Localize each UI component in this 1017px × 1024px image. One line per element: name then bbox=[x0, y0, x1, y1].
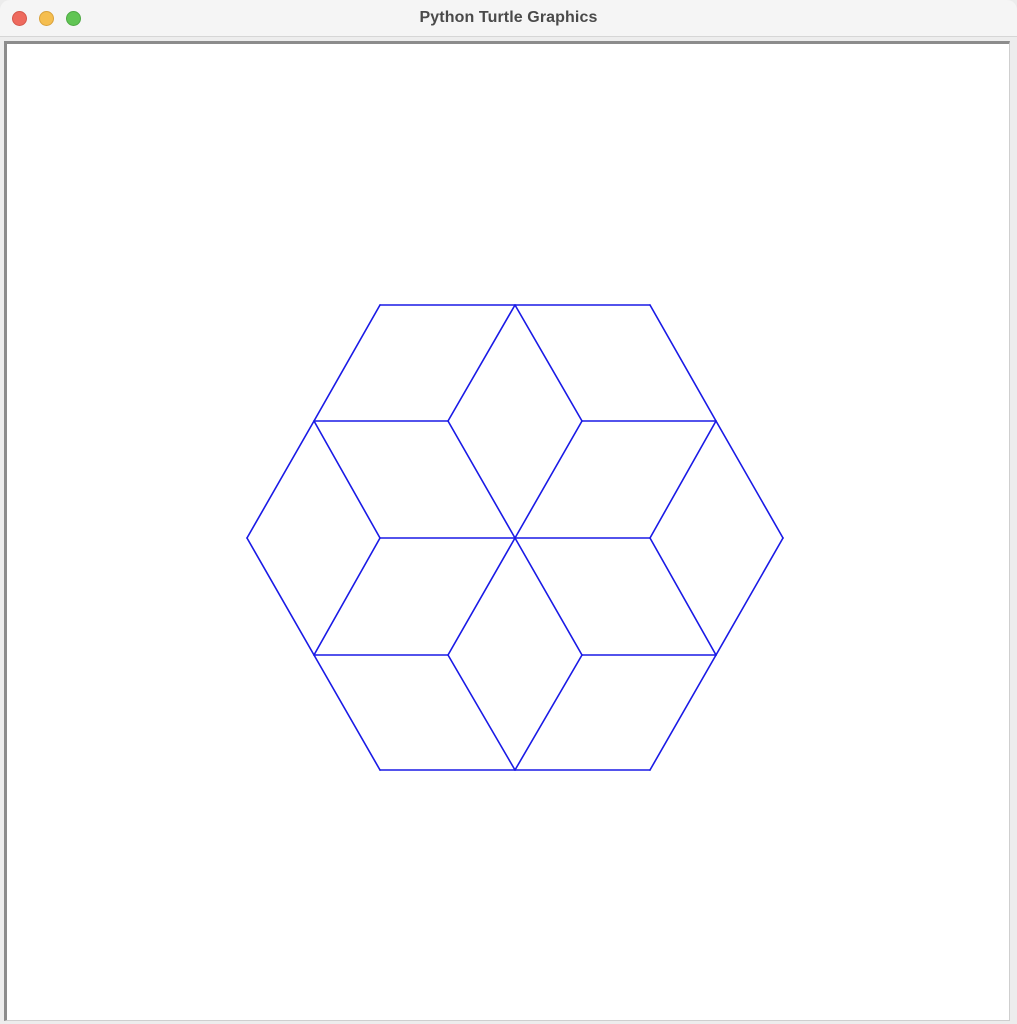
window-title: Python Turtle Graphics bbox=[419, 9, 598, 26]
turtle-canvas[interactable] bbox=[9, 46, 1008, 1018]
turtle-line-segment bbox=[246, 537, 315, 656]
title-bar[interactable]: Python Turtle Graphics bbox=[0, 0, 1017, 37]
turtle-line-segment bbox=[447, 537, 516, 656]
turtle-line-segment bbox=[514, 420, 583, 539]
turtle-line-segment bbox=[715, 537, 784, 656]
turtle-line-segment bbox=[514, 537, 583, 656]
turtle-line-segment bbox=[649, 537, 717, 656]
turtle-line-segment bbox=[246, 420, 315, 539]
turtle-line-segment bbox=[313, 420, 381, 539]
turtle-window: Python Turtle Graphics bbox=[0, 0, 1017, 1024]
turtle-line-segment bbox=[313, 304, 381, 422]
turtle-drawing bbox=[246, 304, 784, 771]
turtle-line-segment bbox=[447, 654, 516, 771]
turtle-line-segment bbox=[447, 304, 516, 422]
turtle-line-segment bbox=[447, 420, 516, 539]
turtle-line-segment bbox=[514, 654, 583, 771]
turtle-line-segment bbox=[649, 420, 717, 539]
turtle-line-segment bbox=[514, 304, 583, 422]
turtle-line-segment bbox=[649, 654, 717, 771]
turtle-line-segment bbox=[649, 304, 717, 422]
turtle-line-segment bbox=[313, 654, 381, 771]
turtle-line-segment bbox=[313, 537, 381, 656]
turtle-line-segment bbox=[715, 420, 784, 539]
